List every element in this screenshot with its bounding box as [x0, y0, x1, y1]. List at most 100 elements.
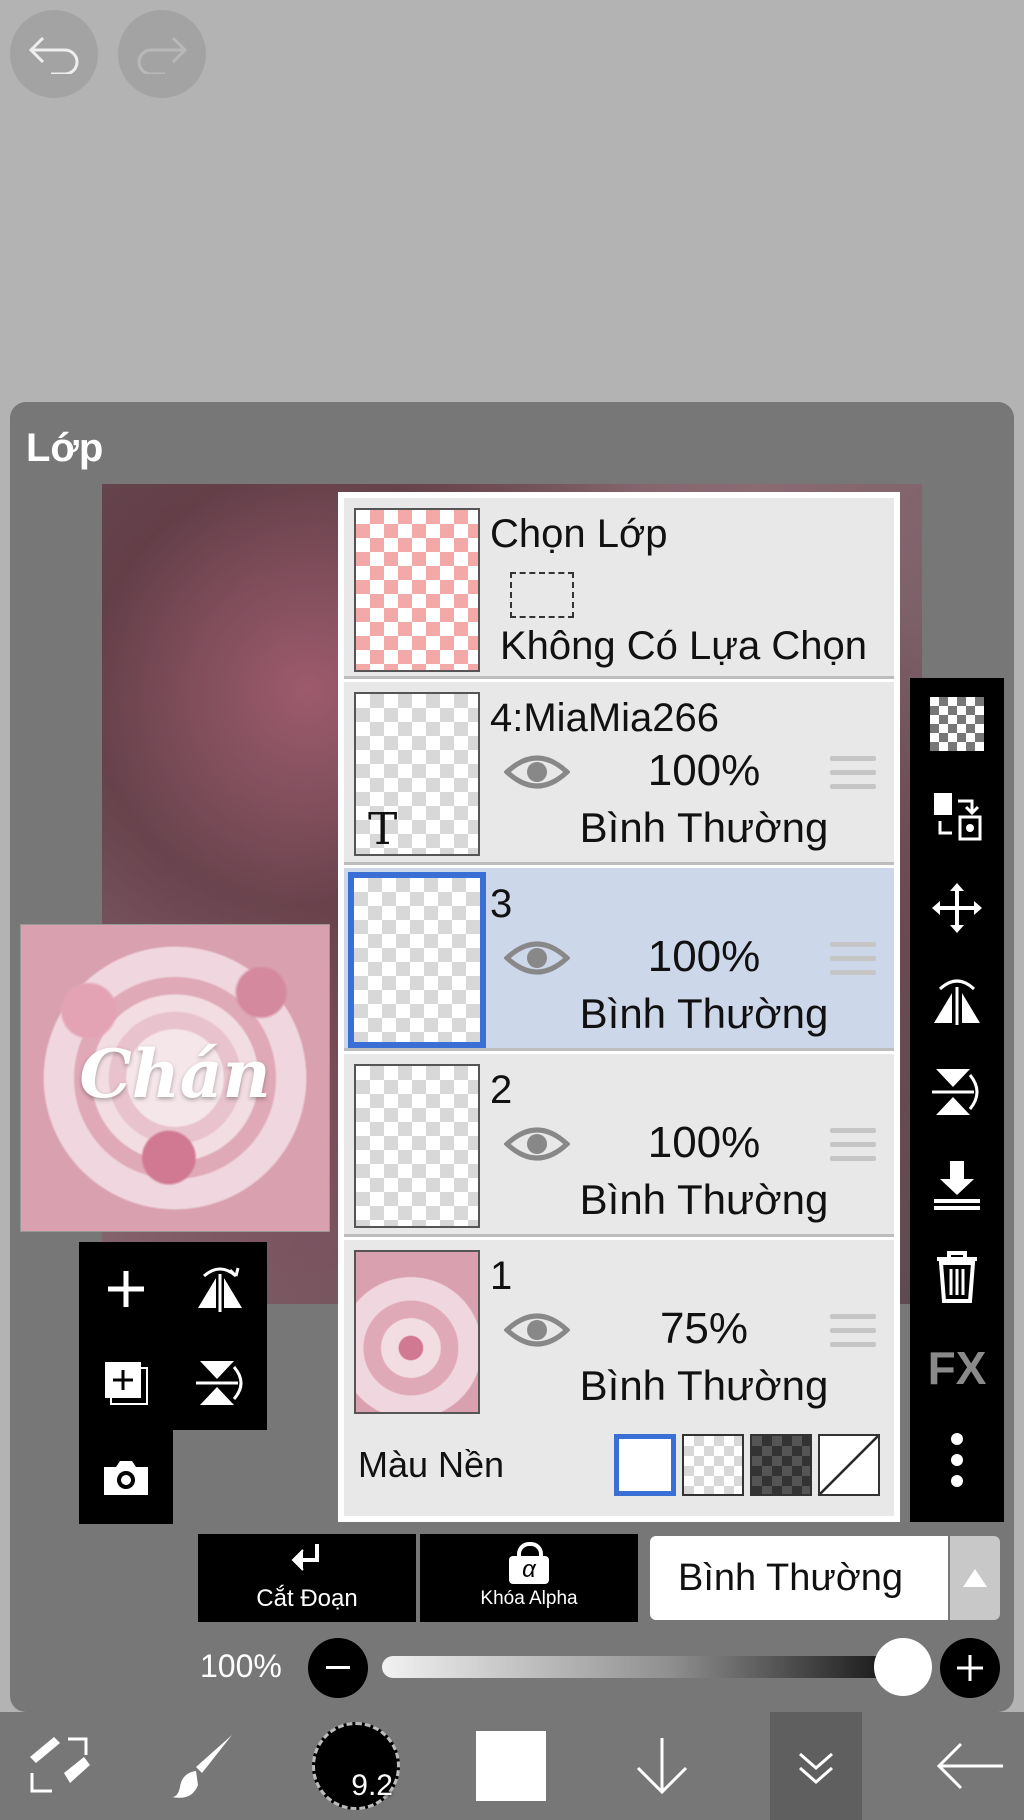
- drag-handle-icon[interactable]: [830, 1128, 876, 1170]
- flip-horizontal-button[interactable]: [173, 1242, 267, 1336]
- more-vertical-icon: [951, 1433, 963, 1487]
- bg-transparent-light-swatch[interactable]: [682, 1434, 744, 1496]
- swap-layer-button[interactable]: [910, 770, 1004, 862]
- add-layer-button[interactable]: [79, 1242, 173, 1336]
- layer-row-2[interactable]: 2 100% Bình Thường: [344, 1054, 894, 1237]
- camera-button[interactable]: [79, 1430, 173, 1524]
- layer-blend-mode: Bình Thường: [579, 1362, 829, 1409]
- panel-title: Lớp: [26, 426, 104, 470]
- bg-white-swatch[interactable]: [614, 1434, 676, 1496]
- chevron-double-down-icon: [799, 1752, 833, 1784]
- delete-layer-button[interactable]: [910, 1230, 1004, 1322]
- preview-text: Chán: [79, 1035, 271, 1113]
- background-color-label: Màu Nền: [358, 1444, 505, 1485]
- merge-down-button[interactable]: [910, 1138, 1004, 1230]
- lock-icon: α: [509, 1542, 549, 1584]
- layer-blend-mode: Bình Thường: [579, 990, 829, 1037]
- layer-thumbnail: [354, 1064, 480, 1228]
- layer-opacity: 100%: [647, 932, 761, 981]
- triangle-up-icon: [963, 1569, 987, 1587]
- left-tools: [79, 1242, 267, 1430]
- undo-icon: [28, 36, 79, 74]
- transparency-button[interactable]: [910, 678, 1004, 770]
- layer-opacity: 100%: [647, 1118, 761, 1167]
- clipping-button[interactable]: Cắt Đoạn: [198, 1534, 416, 1622]
- brush-tool-button[interactable]: [158, 1712, 248, 1820]
- layer-thumbnail: T: [354, 692, 480, 856]
- background-color-row: Màu Nền: [344, 1416, 894, 1516]
- add-copy-icon: [105, 1362, 148, 1405]
- text-layer-icon: T: [368, 804, 398, 855]
- layers-button[interactable]: [770, 1712, 862, 1820]
- flip-vertical-icon: [932, 1069, 979, 1115]
- brush-size-button[interactable]: 9.2: [310, 1712, 402, 1820]
- blend-mode-dropdown-button[interactable]: [950, 1536, 1000, 1620]
- brush-size-value: 9.2: [351, 1769, 393, 1802]
- flip-horizontal-icon: [198, 1267, 242, 1312]
- selection-marquee-icon: [510, 572, 574, 618]
- drag-handle-icon[interactable]: [830, 942, 876, 984]
- bg-transparent-dark-swatch[interactable]: [750, 1434, 812, 1496]
- flip-vertical-icon: [196, 1361, 243, 1405]
- layer-row-4[interactable]: T 4:MiaMia266 100% Bình Thường: [344, 682, 894, 865]
- fx-button[interactable]: FX: [910, 1322, 1004, 1414]
- selection-thumbnail: [354, 508, 480, 672]
- alpha-lock-label: Khóa Alpha: [480, 1588, 578, 1609]
- opacity-decrease-button[interactable]: [308, 1638, 368, 1698]
- plus-icon: [957, 1655, 983, 1681]
- redo-button[interactable]: [118, 10, 206, 98]
- swap-icon: [934, 793, 982, 841]
- layer-name: 2: [490, 1068, 513, 1112]
- blend-mode-select[interactable]: Bình Thường: [650, 1536, 948, 1620]
- layer-blend-mode: Bình Thường: [579, 804, 829, 851]
- more-options-button[interactable]: [910, 1414, 1004, 1506]
- layer-list: Chọn Lớp Không Có Lựa Chọn T 4:MiaMia266…: [338, 492, 900, 1522]
- bg-none-swatch[interactable]: [818, 1434, 880, 1496]
- move-down-button[interactable]: [622, 1712, 702, 1820]
- layer-name: 1: [490, 1254, 513, 1298]
- opacity-value-label: 100%: [200, 1648, 282, 1684]
- arrow-left-icon: [936, 1742, 1003, 1790]
- move-button[interactable]: [910, 862, 1004, 954]
- merge-down-icon: [934, 1161, 980, 1210]
- back-button[interactable]: [928, 1712, 1012, 1820]
- layer-row-1[interactable]: 1 75% Bình Thường: [344, 1240, 894, 1423]
- eye-icon[interactable]: [504, 1310, 570, 1350]
- camera-icon: [104, 1461, 148, 1495]
- eye-icon[interactable]: [504, 938, 570, 978]
- clipping-label: Cắt Đoạn: [256, 1585, 358, 1612]
- drag-handle-icon[interactable]: [830, 1314, 876, 1356]
- eye-icon[interactable]: [504, 1124, 570, 1164]
- layer-name: 3: [490, 882, 513, 926]
- move-icon: [932, 883, 982, 933]
- layer-thumbnail: [354, 1250, 480, 1414]
- canvas-preview[interactable]: Chán: [20, 924, 330, 1232]
- layer-blend-mode: Bình Thường: [579, 1176, 829, 1223]
- selection-status: Không Có Lựa Chọn: [500, 624, 868, 668]
- layer-name: 4:MiaMia266: [490, 696, 720, 740]
- minus-icon: [326, 1666, 350, 1669]
- flip-layer-vertical-button[interactable]: [910, 1046, 1004, 1138]
- opacity-slider-track[interactable]: [382, 1656, 902, 1678]
- right-toolbar: FX: [910, 678, 1004, 1522]
- flip-layer-horizontal-button[interactable]: [910, 954, 1004, 1046]
- duplicate-layer-button[interactable]: [79, 1336, 173, 1430]
- selection-layer-row[interactable]: Chọn Lớp Không Có Lựa Chọn: [344, 498, 894, 679]
- flip-vertical-button[interactable]: [173, 1336, 267, 1430]
- layer-row-3[interactable]: 3 100% Bình Thường: [344, 868, 894, 1051]
- drag-handle-icon[interactable]: [830, 756, 876, 798]
- arrow-down-icon: [636, 1738, 688, 1795]
- transform-tool-button[interactable]: [14, 1712, 104, 1820]
- undo-button[interactable]: [10, 10, 98, 98]
- selection-layer-title: Chọn Lớp: [490, 512, 668, 556]
- current-color-swatch: [476, 1731, 546, 1801]
- eye-icon[interactable]: [504, 752, 570, 792]
- layer-opacity: 75%: [659, 1304, 749, 1353]
- opacity-slider-thumb[interactable]: [874, 1638, 932, 1696]
- brush-size-preview: 9.2: [312, 1722, 400, 1810]
- left-tools-bottom: [79, 1430, 173, 1524]
- color-swatch-button[interactable]: [474, 1712, 548, 1820]
- trash-icon: [937, 1251, 977, 1303]
- alpha-lock-button[interactable]: α Khóa Alpha: [420, 1534, 638, 1622]
- opacity-increase-button[interactable]: [940, 1638, 1000, 1698]
